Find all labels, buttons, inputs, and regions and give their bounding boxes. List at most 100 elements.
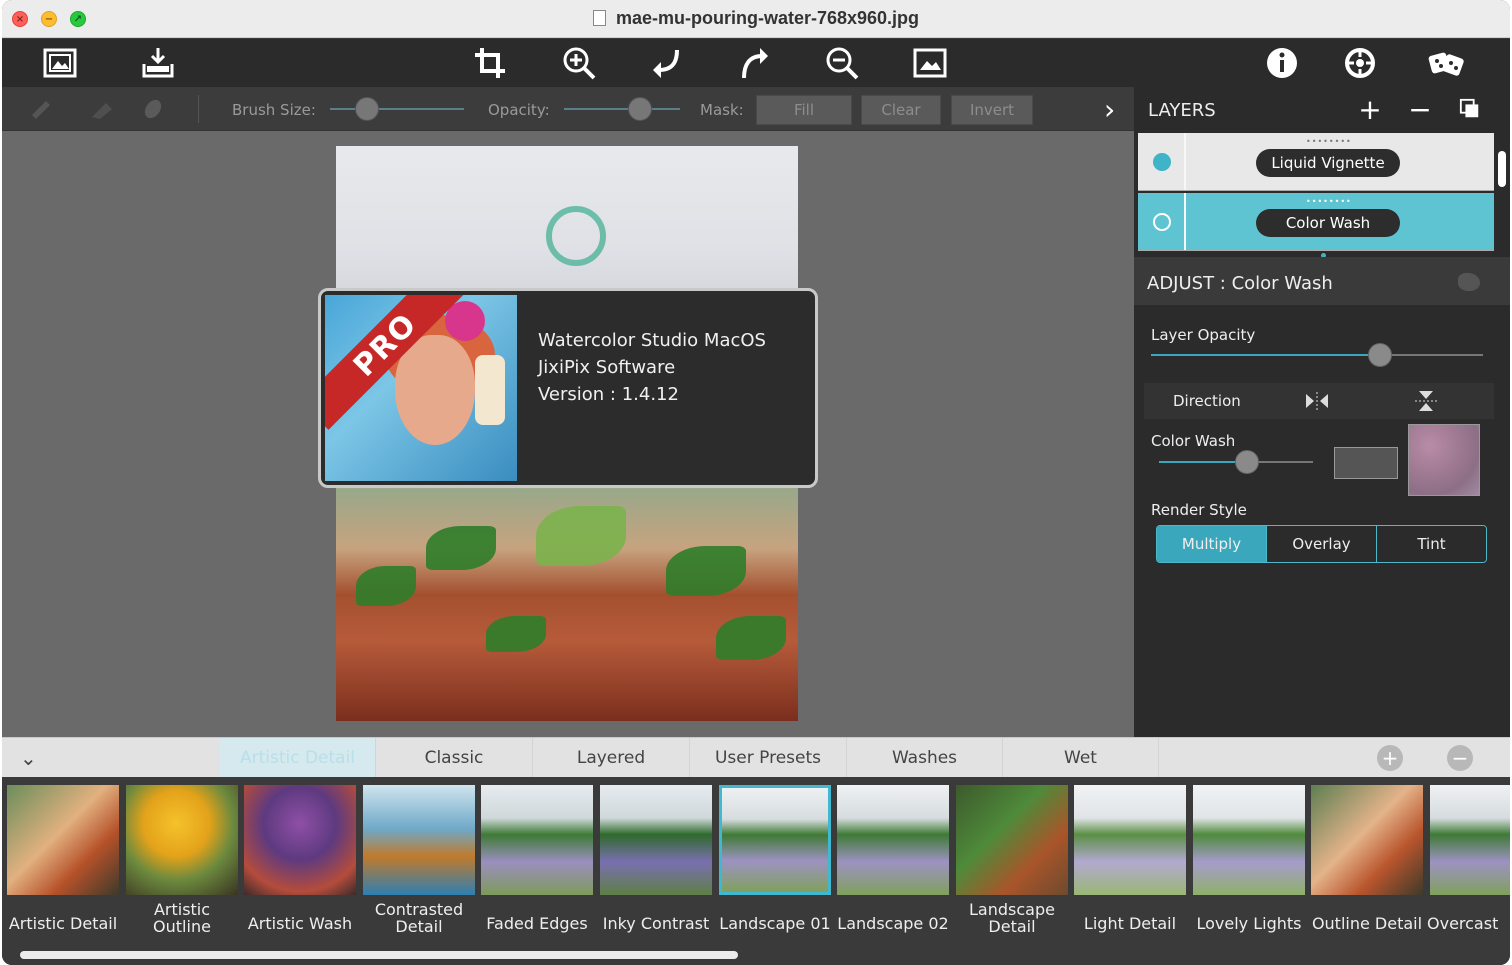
layer-opacity-slider-knob[interactable]	[1368, 343, 1392, 367]
preset-label: Landscape Detail	[969, 900, 1055, 936]
flip-vertical-icon[interactable]	[1414, 389, 1438, 417]
divider	[1184, 133, 1186, 190]
opacity-slider[interactable]	[564, 108, 680, 110]
render-style-segmented-control: Multiply Overlay Tint	[1156, 525, 1487, 563]
layer-name: Liquid Vignette	[1256, 149, 1400, 177]
add-preset-button[interactable]: +	[1377, 745, 1403, 771]
undo-icon[interactable]	[644, 43, 688, 83]
preset-thumb-light-detail[interactable]	[1074, 785, 1186, 895]
tab-artistic-detail[interactable]: Artistic Detail	[220, 738, 376, 778]
preset-label: Overcast	[1427, 915, 1499, 932]
layers-scrollbar[interactable]	[1498, 151, 1506, 187]
direction-row: Direction	[1144, 383, 1494, 419]
brush-size-slider-knob[interactable]	[355, 97, 379, 121]
preset-thumb-artistic-wash[interactable]	[244, 785, 356, 895]
color-wash-label: Color Wash	[1151, 432, 1236, 450]
mask-label: Mask:	[700, 101, 744, 119]
color-wash-slider-knob[interactable]	[1235, 450, 1259, 474]
thumbnail-scrollbar[interactable]	[20, 951, 738, 959]
lime-shape	[536, 506, 626, 566]
color-wash-swatch[interactable]	[1334, 447, 1398, 479]
color-wash-slider-fill[interactable]	[1159, 461, 1247, 463]
render-tint-button[interactable]: Tint	[1377, 526, 1486, 562]
mask-invert-button[interactable]: Invert	[951, 95, 1033, 125]
tab-washes[interactable]: Washes	[847, 738, 1003, 778]
preset-label: Landscape 01	[719, 914, 831, 933]
expand-chevron-icon[interactable]: ›	[1104, 93, 1115, 126]
zoom-in-icon[interactable]	[557, 43, 601, 83]
preset-label: Light Detail	[1083, 914, 1177, 933]
remove-preset-button[interactable]: −	[1447, 745, 1473, 771]
smudge-tool-icon[interactable]	[140, 97, 166, 121]
opacity-slider-knob[interactable]	[628, 97, 652, 121]
preset-thumb-outline-detail[interactable]	[1311, 785, 1423, 895]
zoom-out-icon[interactable]	[820, 43, 864, 83]
preset-thumb-landscape-02[interactable]	[837, 785, 949, 895]
add-layer-button[interactable]: +	[1356, 93, 1384, 126]
canvas-area: PRO Watercolor Studio MacOS JixiPix Soft…	[2, 131, 1134, 737]
preset-thumb-inky-contrast[interactable]	[600, 785, 712, 895]
brush-size-slider[interactable]	[330, 108, 464, 110]
preset-thumb-landscape-01[interactable]	[719, 785, 831, 895]
mask-fill-button[interactable]: Fill	[756, 95, 852, 125]
info-icon[interactable]	[1260, 43, 1304, 83]
drag-handle[interactable]: ••••••••	[1306, 197, 1352, 206]
fit-image-icon[interactable]	[908, 43, 952, 83]
settings-icon[interactable]	[1338, 43, 1382, 83]
preset-thumb-artistic-outline[interactable]	[126, 785, 238, 895]
layer-opacity-label: Layer Opacity	[1151, 326, 1256, 344]
render-overlay-button[interactable]: Overlay	[1267, 526, 1377, 562]
mask-clear-button[interactable]: Clear	[861, 95, 941, 125]
layers-header: LAYERS + −	[1134, 87, 1510, 131]
tab-wet[interactable]: Wet	[1003, 738, 1159, 778]
title-bar: × − ↗ mae-mu-pouring-water-768x960.jpg	[2, 0, 1510, 38]
eraser-tool-icon[interactable]	[90, 99, 116, 119]
leaf-shape	[716, 616, 786, 660]
palette-icon[interactable]	[1458, 273, 1480, 291]
drag-handle[interactable]: ••••••••	[1306, 137, 1352, 146]
layer-row-color-wash[interactable]: •••••••• Color Wash	[1138, 193, 1494, 251]
save-icon[interactable]	[136, 43, 180, 83]
crop-icon[interactable]	[468, 43, 512, 83]
preset-thumb-lovely-lights[interactable]	[1193, 785, 1305, 895]
tab-layered[interactable]: Layered	[533, 738, 690, 778]
layer-name: Color Wash	[1256, 209, 1400, 237]
leaf-shape	[486, 616, 546, 652]
redo-icon[interactable]	[733, 43, 777, 83]
render-style-label: Render Style	[1151, 501, 1247, 519]
right-panel: LAYERS + − •••••••• Liquid Vignette ••••…	[1134, 87, 1510, 737]
preset-label: Inky Contrast	[602, 914, 710, 933]
layer-visibility-toggle[interactable]	[1153, 153, 1171, 171]
flip-horizontal-icon[interactable]	[1304, 391, 1330, 415]
opacity-label: Opacity:	[488, 101, 550, 119]
preset-thumb-faded-edges[interactable]	[481, 785, 593, 895]
duplicate-layer-icon[interactable]	[1456, 95, 1484, 123]
logo-face	[395, 335, 475, 445]
random-dice-icon[interactable]	[1424, 43, 1468, 83]
open-image-icon[interactable]	[38, 43, 82, 83]
layer-opacity-slider-track[interactable]	[1383, 354, 1483, 356]
color-wash-texture-preview[interactable]	[1408, 424, 1480, 496]
collapse-chevron-icon[interactable]: ⌄	[20, 746, 37, 770]
app-logo-image: PRO	[325, 295, 517, 481]
about-app-name: Watercolor Studio MacOS	[538, 330, 766, 351]
tab-user-presets[interactable]: User Presets	[690, 738, 847, 778]
tab-classic[interactable]: Classic	[376, 738, 533, 778]
preset-thumb-landscape-detail[interactable]	[956, 785, 1068, 895]
layer-opacity-slider-fill[interactable]	[1151, 354, 1383, 356]
layer-row-liquid-vignette[interactable]: •••••••• Liquid Vignette	[1138, 133, 1494, 191]
about-dialog[interactable]: PRO Watercolor Studio MacOS JixiPix Soft…	[318, 288, 818, 488]
window-title-text: mae-mu-pouring-water-768x960.jpg	[615, 8, 920, 28]
remove-layer-button[interactable]: −	[1406, 93, 1434, 126]
preset-tab-bar: ⌄ Artistic Detail Classic Layered User P…	[2, 737, 1510, 778]
brush-size-label: Brush Size:	[232, 101, 316, 119]
brush-tool-icon[interactable]	[28, 99, 54, 119]
layer-visibility-toggle[interactable]	[1153, 213, 1171, 231]
preset-thumb-artistic-detail[interactable]	[7, 785, 119, 895]
document-icon	[592, 10, 606, 26]
preset-thumb-overcast[interactable]	[1430, 785, 1510, 895]
render-multiply-button[interactable]: Multiply	[1157, 526, 1267, 562]
divider	[1184, 193, 1186, 250]
layers-title: LAYERS	[1148, 100, 1216, 121]
preset-thumb-contrasted-detail[interactable]	[363, 785, 475, 895]
